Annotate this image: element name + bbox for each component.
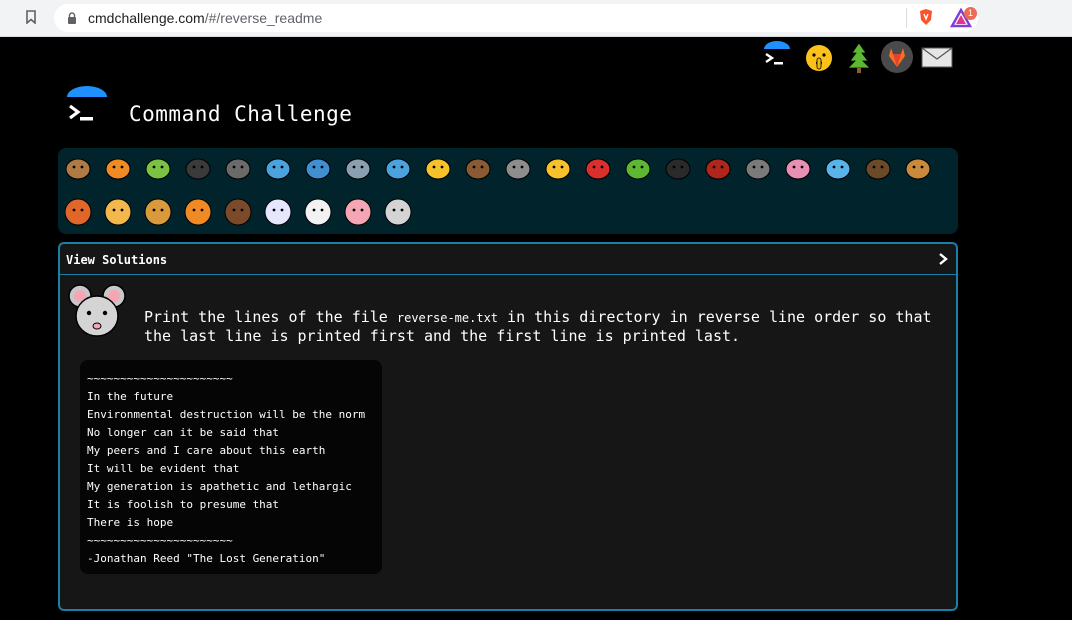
bookmark-icon[interactable] xyxy=(26,10,36,24)
brave-shield-icon[interactable] xyxy=(918,8,934,26)
gitlab-icon[interactable] xyxy=(880,40,914,74)
ant-icon[interactable] xyxy=(182,152,214,184)
shushing-face-icon[interactable] xyxy=(802,40,836,74)
prompt-filename: reverse-me.txt xyxy=(396,311,499,325)
tiger-icon[interactable] xyxy=(182,195,214,227)
ladybug-icon[interactable] xyxy=(582,152,614,184)
hedgehog-icon[interactable] xyxy=(462,152,494,184)
code-line: No longer can it be said that xyxy=(87,426,280,439)
butterfly-icon[interactable] xyxy=(102,152,134,184)
notification-badge: 1 xyxy=(964,7,977,20)
caterpillar-icon[interactable] xyxy=(142,152,174,184)
mouse-icon xyxy=(68,284,126,337)
cow-icon[interactable] xyxy=(302,195,334,227)
tree-icon[interactable] xyxy=(842,40,876,74)
shark-icon[interactable] xyxy=(342,152,374,184)
tropical-fish-icon[interactable] xyxy=(422,152,454,184)
mouse-icon[interactable] xyxy=(382,195,414,227)
dolphin-icon[interactable] xyxy=(302,152,334,184)
view-solutions-label: View Solutions xyxy=(66,253,168,267)
code-line: ~~~~~~~~~~~~~~~~~~~~~~ xyxy=(87,372,233,385)
code-line: In the future xyxy=(87,390,174,403)
terminal-icon[interactable] xyxy=(760,40,794,74)
pig-icon[interactable] xyxy=(342,195,374,227)
lizard-icon[interactable] xyxy=(622,152,654,184)
address-bar[interactable]: cmdchallenge.com/#/reverse_readme xyxy=(54,4,978,32)
worm-icon[interactable] xyxy=(782,152,814,184)
bee-icon[interactable] xyxy=(542,152,574,184)
view-solutions-bar[interactable]: View Solutions xyxy=(60,244,956,275)
fox-icon[interactable] xyxy=(62,195,94,227)
wolf-icon[interactable] xyxy=(502,152,534,184)
monkey-icon[interactable] xyxy=(862,152,894,184)
url-host: cmdchallenge.com xyxy=(88,10,205,26)
code-line: There is hope xyxy=(87,516,174,529)
browser-toolbar: cmdchallenge.com/#/reverse_readme 1 xyxy=(0,0,1072,37)
chevron-right-icon[interactable] xyxy=(938,252,948,266)
code-line: ~~~~~~~~~~~~~~~~~~~~~~ xyxy=(87,534,233,547)
prompt-text-start: Print the lines of the file xyxy=(144,308,397,326)
fly-icon[interactable] xyxy=(742,152,774,184)
challenge-panel: View Solutions Print the lines of the fi… xyxy=(58,242,958,611)
scorpion-icon[interactable] xyxy=(702,152,734,184)
page-title: Command Challenge xyxy=(129,102,353,126)
horse-icon[interactable] xyxy=(222,195,254,227)
snail-icon[interactable] xyxy=(62,152,94,184)
spider-icon[interactable] xyxy=(662,152,694,184)
envelope-icon[interactable] xyxy=(920,40,954,74)
cat-icon[interactable] xyxy=(102,195,134,227)
code-line: My peers and I care about this earth xyxy=(87,444,326,457)
code-line: Environmental destruction will be the no… xyxy=(87,408,366,421)
code-line: My generation is apathetic and lethargic xyxy=(87,480,352,493)
microbe-icon[interactable] xyxy=(822,152,854,184)
whale-icon[interactable] xyxy=(262,152,294,184)
fish-icon[interactable] xyxy=(382,152,414,184)
challenge-description: Print the lines of the file reverse-me.t… xyxy=(144,308,944,345)
url-path: /#/reverse_readme xyxy=(204,10,323,26)
code-line: It will be evident that xyxy=(87,462,240,475)
file-contents-box: ~~~~~~~~~~~~~~~~~~~~~~ In the future Env… xyxy=(80,360,382,574)
code-line: It is foolish to presume that xyxy=(87,498,280,511)
unicorn-icon[interactable] xyxy=(262,195,294,227)
challenge-strip xyxy=(58,148,958,234)
toolbar-divider xyxy=(906,8,907,28)
lion-icon[interactable] xyxy=(142,195,174,227)
code-line: -Jonathan Reed "The Lost Generation" xyxy=(87,552,326,565)
spider-web-icon[interactable] xyxy=(222,152,254,184)
logo-icon[interactable] xyxy=(64,86,110,132)
lock-icon[interactable] xyxy=(66,12,78,24)
dog-icon[interactable] xyxy=(902,152,934,184)
url-text[interactable]: cmdchallenge.com/#/reverse_readme xyxy=(88,10,322,26)
